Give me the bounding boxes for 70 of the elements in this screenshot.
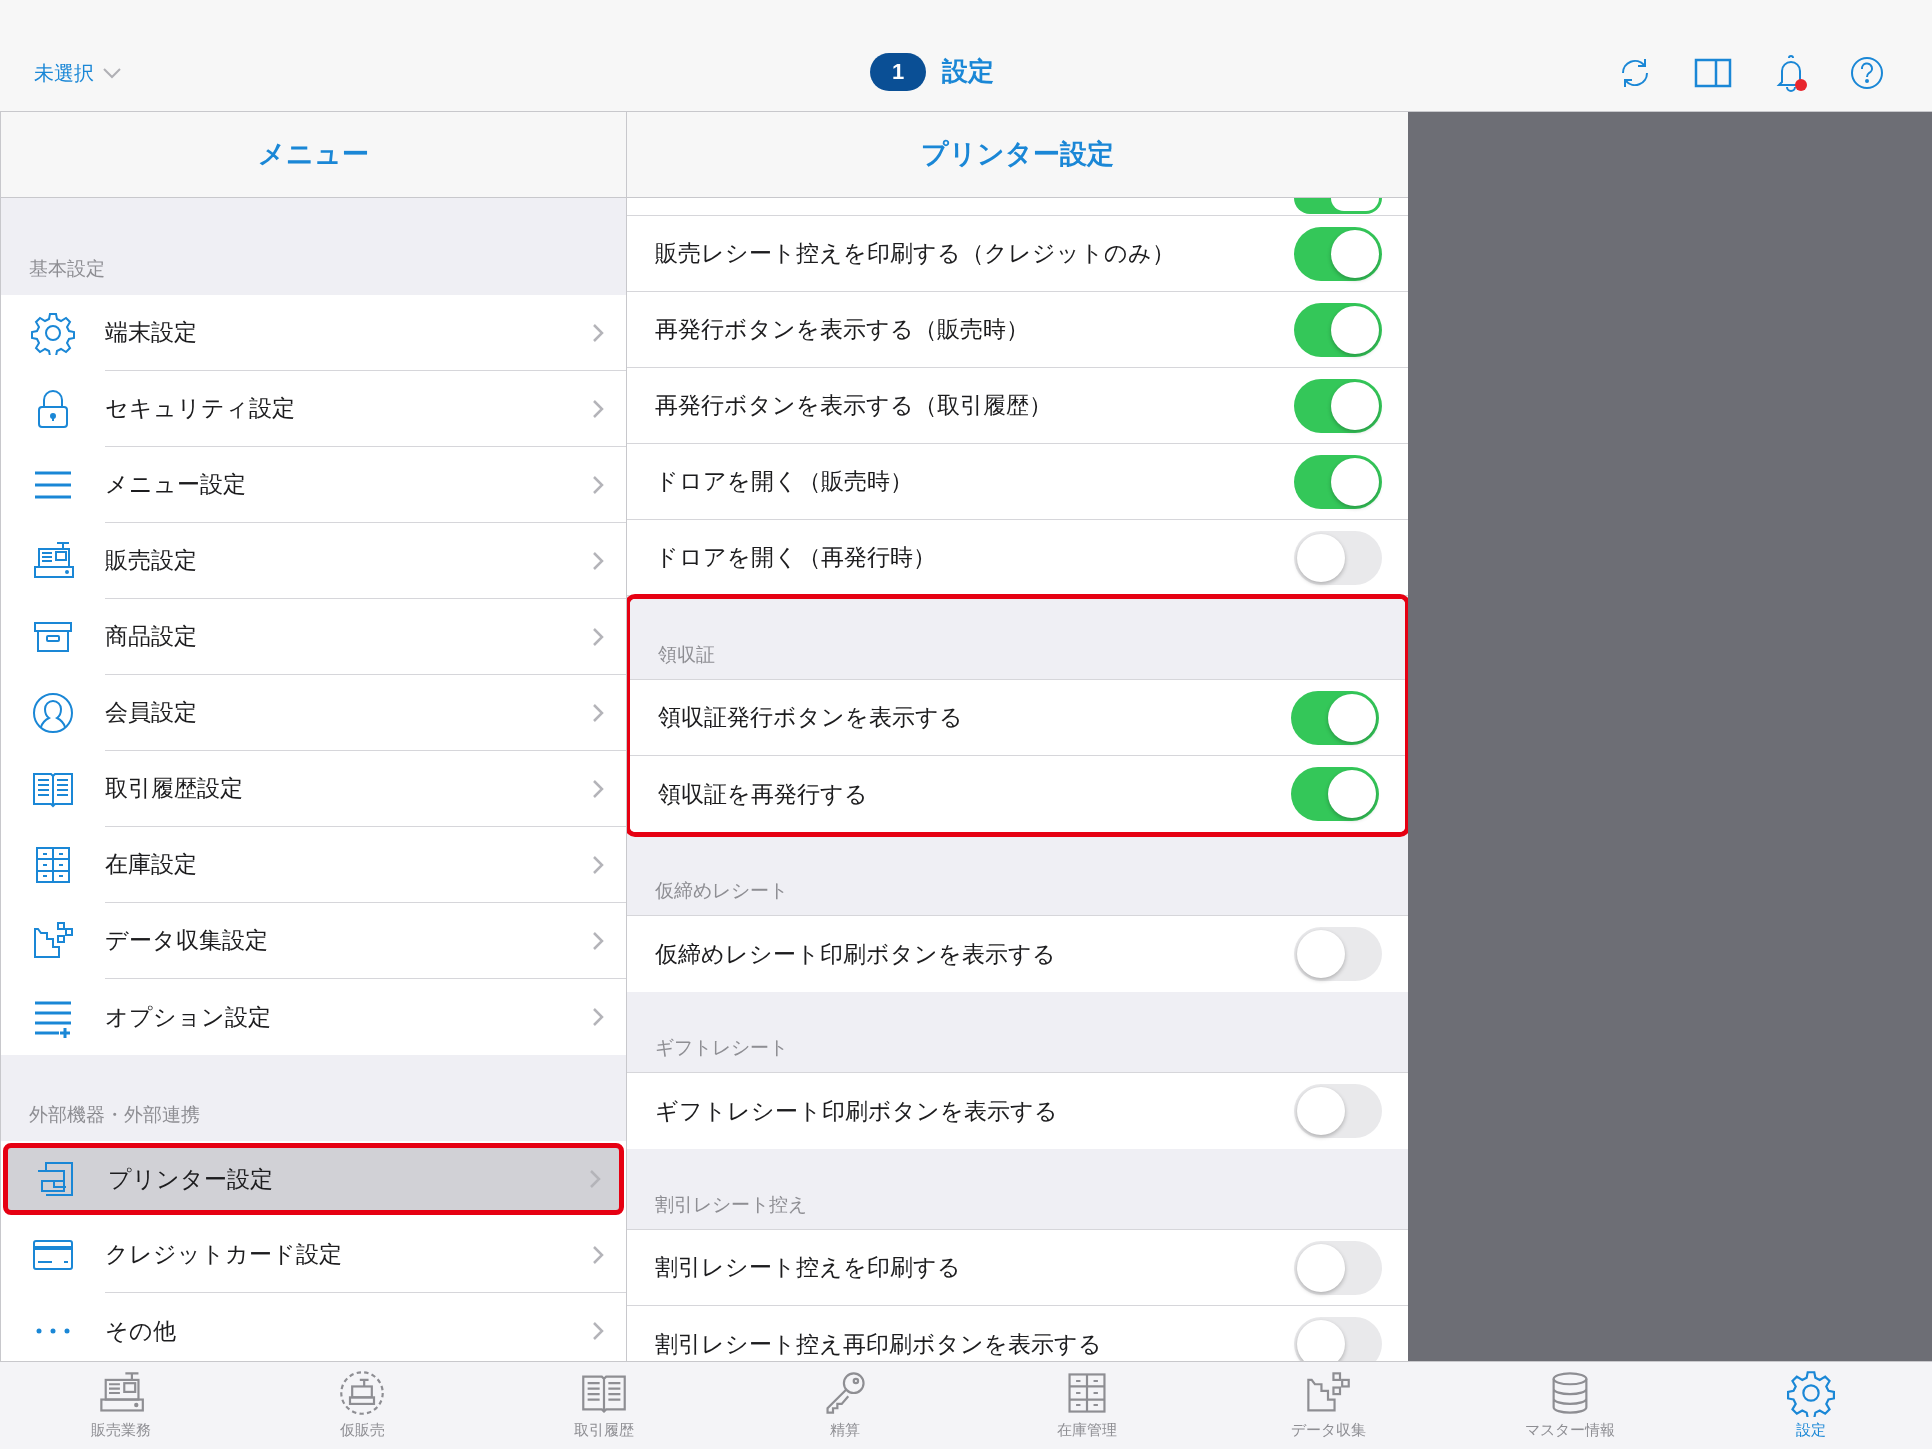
menu-item-label: オプション設定 [105, 1002, 271, 1032]
setting-label: 仮締めレシート印刷ボタンを表示する [655, 939, 1056, 969]
toggle-switch[interactable] [1291, 767, 1379, 821]
chevron-right-icon [592, 550, 604, 571]
chevron-right-icon [592, 1321, 604, 1341]
notification-bell-icon[interactable] [1774, 53, 1808, 92]
setting-label: ギフトレシート印刷ボタンを表示する [655, 1096, 1058, 1126]
toggle-switch[interactable] [1294, 927, 1382, 981]
menu-item-label: クレジットカード設定 [105, 1240, 342, 1270]
toggle-switch[interactable] [1294, 378, 1382, 433]
menu-item-label: メニュー設定 [105, 470, 246, 500]
toggle-switch[interactable] [1294, 454, 1382, 509]
chevron-right-icon [592, 626, 604, 647]
section-header: 割引レシート控え [655, 1192, 807, 1217]
gear-icon [31, 311, 75, 355]
section-header: 外部機器・外部連携 [29, 1102, 200, 1127]
setting-label: 割引レシート控え再印刷ボタンを表示する [655, 1329, 1102, 1359]
store-selector[interactable]: 未選択 [34, 57, 122, 88]
chevron-right-icon [592, 1007, 604, 1027]
help-icon[interactable] [1850, 55, 1884, 90]
setting-label: 再発行ボタンを表示する（取引履歴） [655, 391, 1052, 421]
setting-label: 領収証を再発行する [658, 779, 868, 809]
toggle-switch[interactable] [1294, 1240, 1382, 1295]
section-header: 領収証 [658, 642, 715, 667]
toggle-switch[interactable] [1294, 198, 1382, 214]
chevron-right-icon [592, 398, 604, 419]
dashed-circle-register-icon [338, 1369, 387, 1418]
toggle-switch[interactable] [1294, 1317, 1382, 1361]
menu-item-label: データ収集設定 [105, 926, 268, 956]
tab-bar-item[interactable]: 設定 [1690, 1362, 1932, 1449]
panel-title: メニュー [258, 138, 369, 172]
setting-label: 領収証発行ボタンを表示する [658, 703, 963, 733]
menu-item-label: その他 [105, 1316, 176, 1346]
split-view-icon[interactable] [1694, 57, 1732, 88]
toggle-switch[interactable] [1294, 302, 1382, 357]
chevron-right-icon [592, 1244, 604, 1265]
setting-label: 割引レシート控えを印刷する [655, 1253, 961, 1283]
chevron-right-icon [592, 930, 604, 951]
chevron-right-icon [592, 702, 604, 723]
menu-item-label: 会員設定 [105, 698, 197, 728]
setting-label: ドロアを開く（販売時） [655, 467, 913, 497]
menu-item-label: セキュリティ設定 [105, 394, 295, 424]
chevron-right-icon [592, 322, 604, 343]
count-badge: 1 [870, 52, 926, 91]
setting-label: 販売レシート控えを印刷する（クレジットのみ） [655, 239, 1175, 269]
chevron-right-icon [589, 1169, 601, 1189]
toggle-switch[interactable] [1291, 690, 1379, 745]
menu-item-label: 販売設定 [105, 546, 197, 576]
chevron-right-icon [592, 474, 604, 495]
setting-label: ドロアを開く（再発行時） [655, 543, 936, 573]
panel-title: プリンター設定 [921, 138, 1114, 172]
section-header: 基本設定 [29, 256, 105, 281]
menu-item-label: 端末設定 [105, 318, 197, 348]
gear-icon [1787, 1369, 1836, 1418]
setting-label: 再発行ボタンを表示する（販売時） [655, 315, 1029, 345]
toggle-switch[interactable] [1294, 1084, 1382, 1138]
menu-item[interactable]: プリンター設定 [1, 1141, 626, 1217]
person-icon [31, 691, 75, 735]
menu-item-label: プリンター設定 [108, 1164, 273, 1194]
toggle-switch[interactable] [1294, 226, 1382, 281]
menu-item-label: 商品設定 [105, 622, 197, 652]
section-header: 仮締めレシート [655, 878, 788, 903]
chevron-right-icon [592, 854, 604, 875]
screen-title: 設定 [942, 55, 994, 88]
menu-item-label: 在庫設定 [105, 850, 197, 880]
toggle-switch[interactable] [1294, 530, 1382, 585]
chevron-right-icon [592, 778, 604, 799]
section-header: ギフトレシート [655, 1035, 788, 1060]
chevron-down-icon [102, 66, 122, 79]
menu-item-label: 取引履歴設定 [105, 774, 243, 804]
